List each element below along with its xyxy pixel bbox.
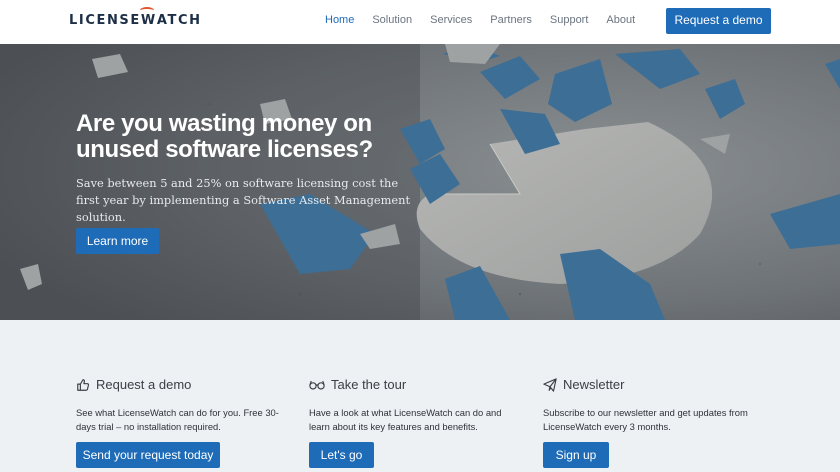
feature-description: Have a look at what LicenseWatch can do … bbox=[309, 407, 502, 432]
hero-subtitle: Save between 5 and 25% on software licen… bbox=[76, 176, 411, 224]
main-nav: Home Solution Services Partners Support … bbox=[325, 14, 653, 26]
hero-title: Are you wasting money on unused software… bbox=[76, 110, 373, 163]
feature-title: Request a demo bbox=[96, 377, 192, 392]
nav-solution[interactable]: Solution bbox=[372, 14, 412, 26]
nav-partners[interactable]: Partners bbox=[490, 14, 532, 26]
logo-mark-icon bbox=[139, 6, 154, 14]
nav-services[interactable]: Services bbox=[430, 14, 472, 26]
sign-up-button[interactable]: Sign up bbox=[543, 442, 609, 468]
hero-banner: Are you wasting money on unused software… bbox=[0, 44, 840, 320]
request-demo-button[interactable]: Request a demo bbox=[666, 8, 771, 34]
logo-text-post: ATCH bbox=[156, 12, 202, 28]
lets-go-button[interactable]: Let's go bbox=[309, 442, 374, 468]
nav-about[interactable]: About bbox=[606, 14, 635, 26]
learn-more-button[interactable]: Learn more bbox=[76, 228, 159, 254]
feature-title: Newsletter bbox=[563, 377, 625, 392]
glasses-icon bbox=[309, 380, 325, 390]
feature-description: Subscribe to our newsletter and get upda… bbox=[543, 407, 748, 432]
logo-text-w: W bbox=[139, 6, 157, 28]
feature-heading: Newsletter bbox=[543, 377, 624, 392]
site-header: LICENSE W ATCH Home Solution Services Pa… bbox=[0, 0, 840, 44]
nav-support[interactable]: Support bbox=[550, 14, 589, 26]
nav-home[interactable]: Home bbox=[325, 14, 354, 26]
paper-plane-icon bbox=[543, 377, 557, 392]
logo-text-pre: LICENSE bbox=[69, 12, 141, 28]
send-request-button[interactable]: Send your request today bbox=[76, 442, 220, 468]
licensewatch-logo[interactable]: LICENSE W ATCH bbox=[69, 6, 202, 28]
feature-heading: Take the tour bbox=[309, 377, 406, 392]
feature-description: See what LicenseWatch can do for you. Fr… bbox=[76, 407, 279, 432]
feature-heading: Request a demo bbox=[76, 377, 191, 392]
feature-title: Take the tour bbox=[331, 377, 407, 392]
features-section: Request a demo See what LicenseWatch can… bbox=[0, 320, 840, 472]
thumbs-up-icon bbox=[77, 378, 90, 391]
